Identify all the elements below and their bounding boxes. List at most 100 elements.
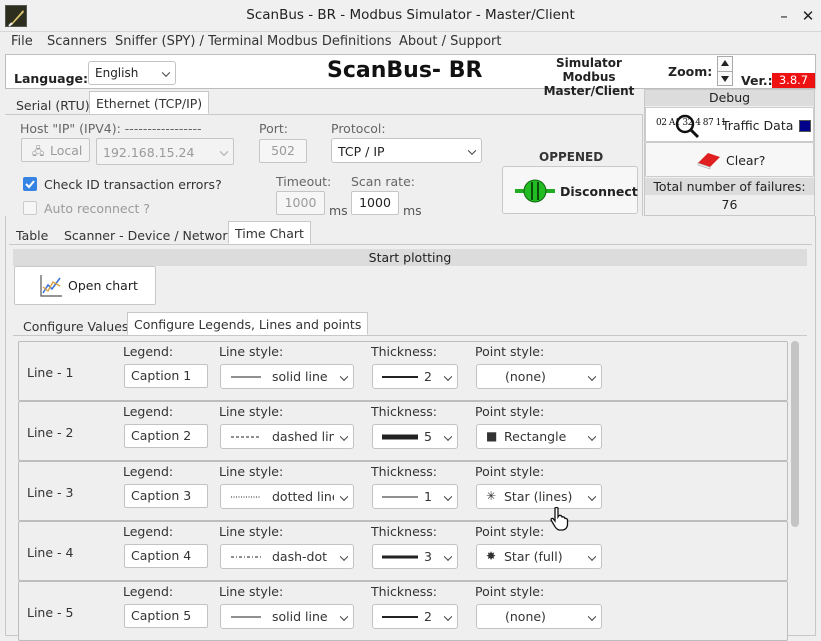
open-chart-button[interactable]: Open chart: [14, 266, 156, 305]
legend-caption-input[interactable]: Caption 3: [124, 484, 208, 508]
chevron-down-icon: [339, 551, 349, 561]
legend-caption-input[interactable]: Caption 4: [124, 544, 208, 568]
line-style-preview-icon: [231, 556, 261, 558]
thickness-select[interactable]: 5: [372, 424, 458, 449]
open-chart-label: Open chart: [68, 278, 138, 293]
line-name: Line - 5: [27, 605, 74, 620]
point-style-select[interactable]: ■ Rectangle: [476, 424, 602, 449]
network-icon: 🖧: [32, 145, 45, 158]
zoom-down-icon[interactable]: [721, 76, 729, 82]
line-row: Line - 4 Legend: Caption 4 Line style: d…: [18, 521, 788, 581]
timeout-input[interactable]: 1000: [276, 191, 325, 215]
line-style-label: Line style:: [219, 584, 284, 599]
point-style-label: Point style:: [475, 584, 545, 599]
scan-rate-input[interactable]: 1000: [351, 191, 399, 215]
chevron-down-icon: [587, 551, 597, 561]
menu-file[interactable]: File: [11, 34, 33, 49]
line-name: Line - 1: [27, 365, 74, 380]
chevron-down-icon: [339, 371, 349, 381]
line-style-value: dotted line: [272, 489, 334, 504]
tab-ethernet-tcpip[interactable]: Ethernet (TCP/IP): [89, 91, 210, 114]
debug-title: Debug: [645, 90, 814, 106]
point-style-label: Point style:: [475, 344, 545, 359]
tab-configure-values[interactable]: Configure Values: [16, 314, 135, 337]
menu-about[interactable]: About / Support: [399, 34, 501, 49]
point-style-select[interactable]: (none): [476, 364, 602, 389]
clear-button[interactable]: Clear?: [645, 142, 814, 177]
line-style-select[interactable]: dash-dot: [220, 544, 354, 569]
zoom-spinner[interactable]: [717, 56, 733, 86]
app-name: ScanBus- BR: [327, 58, 483, 83]
menu-scanners[interactable]: Scanners: [47, 34, 107, 49]
point-style-select[interactable]: (none): [476, 604, 602, 629]
ip-select[interactable]: 192.168.15.24: [96, 138, 234, 165]
tab-time-chart[interactable]: Time Chart: [228, 221, 311, 244]
point-style-select[interactable]: ✳ Star (lines): [476, 484, 602, 509]
legend-caption-input[interactable]: Caption 2: [124, 424, 208, 448]
chevron-down-icon: [443, 551, 453, 561]
port-input[interactable]: 502: [259, 139, 307, 163]
line-style-value: solid line: [272, 609, 328, 624]
thickness-label: Thickness:: [371, 464, 437, 479]
point-style-value: Star (full): [504, 549, 563, 564]
tab-scanner[interactable]: Scanner - Device / Network: [57, 223, 242, 246]
vertical-scrollbar[interactable]: [791, 341, 799, 527]
line-style-label: Line style:: [219, 464, 284, 479]
protocol-value: TCP / IP: [338, 144, 385, 159]
chevron-down-icon: [339, 611, 349, 621]
thickness-select[interactable]: 2: [372, 604, 458, 629]
legend-caption-input[interactable]: Caption 1: [124, 364, 208, 388]
start-plotting-label: Start plotting: [13, 249, 807, 266]
point-style-value: (none): [505, 369, 546, 384]
tab-configure-legends[interactable]: Configure Legends, Lines and points: [127, 312, 369, 335]
tab-serial-rtu[interactable]: Serial (RTU): [9, 93, 97, 116]
line-style-select[interactable]: solid line: [220, 364, 354, 389]
line-style-label: Line style:: [219, 524, 284, 539]
line-style-preview-icon: [231, 436, 261, 438]
minimize-button[interactable]: –: [774, 6, 794, 26]
language-select[interactable]: English: [88, 61, 176, 85]
point-style-select[interactable]: ✸ Star (full): [476, 544, 602, 569]
tab-table[interactable]: Table: [9, 223, 55, 246]
legend-label: Legend:: [123, 584, 174, 599]
menu-sniffer[interactable]: Sniffer (SPY) / Terminal: [115, 34, 263, 49]
protocol-select[interactable]: TCP / IP: [331, 138, 482, 163]
window-title: ScanBus - BR - Modbus Simulator - Master…: [246, 7, 575, 23]
zoom-up-icon[interactable]: [721, 60, 729, 66]
thickness-preview-icon: [382, 616, 418, 618]
check-id-label: Check ID transaction errors?: [44, 177, 222, 192]
auto-reconnect-checkbox[interactable]: [23, 201, 37, 215]
check-id-checkbox[interactable]: [23, 177, 37, 191]
point-style-value: (none): [505, 609, 546, 624]
disconnect-button[interactable]: Disconnect: [502, 166, 638, 214]
line-style-label: Line style:: [219, 344, 284, 359]
thickness-select[interactable]: 2: [372, 364, 458, 389]
point-shape-icon: ✸: [486, 549, 497, 563]
point-shape-icon: ■: [486, 429, 498, 443]
thickness-select[interactable]: 1: [372, 484, 458, 509]
line-style-select[interactable]: solid line: [220, 604, 354, 629]
chevron-down-icon: [587, 491, 597, 501]
line-row: Line - 5 Legend: Caption 5 Line style: s…: [18, 581, 788, 641]
thickness-value: 2: [424, 369, 432, 384]
point-shape-icon: ✳: [486, 489, 497, 503]
line-style-value: dash-dot: [272, 549, 328, 564]
subtitle-line1: Simulator Modbus: [556, 56, 622, 84]
subtitle-line2: Master/Client: [543, 84, 635, 98]
traffic-data-button[interactable]: 02 A1 32 4 87 11 Traffic Data: [645, 107, 814, 142]
line-style-label: Line style:: [219, 404, 284, 419]
chevron-down-icon: [443, 491, 453, 501]
port-label: Port:: [259, 121, 288, 136]
scan-rate-label: Scan rate:: [351, 174, 415, 189]
legend-caption-input[interactable]: Caption 5: [124, 604, 208, 628]
line-style-select[interactable]: dotted line: [220, 484, 354, 509]
local-button[interactable]: 🖧 Local: [21, 138, 90, 162]
close-button[interactable]: ✕: [798, 6, 818, 26]
chevron-down-icon: [339, 431, 349, 441]
thickness-label: Thickness:: [371, 584, 437, 599]
thickness-select[interactable]: 3: [372, 544, 458, 569]
failures-value: 76: [721, 197, 738, 212]
menu-modbus-definitions[interactable]: Modbus Definitions: [267, 34, 392, 49]
line-style-select[interactable]: dashed line: [220, 424, 354, 449]
connection-status: OPPENED: [539, 150, 604, 164]
